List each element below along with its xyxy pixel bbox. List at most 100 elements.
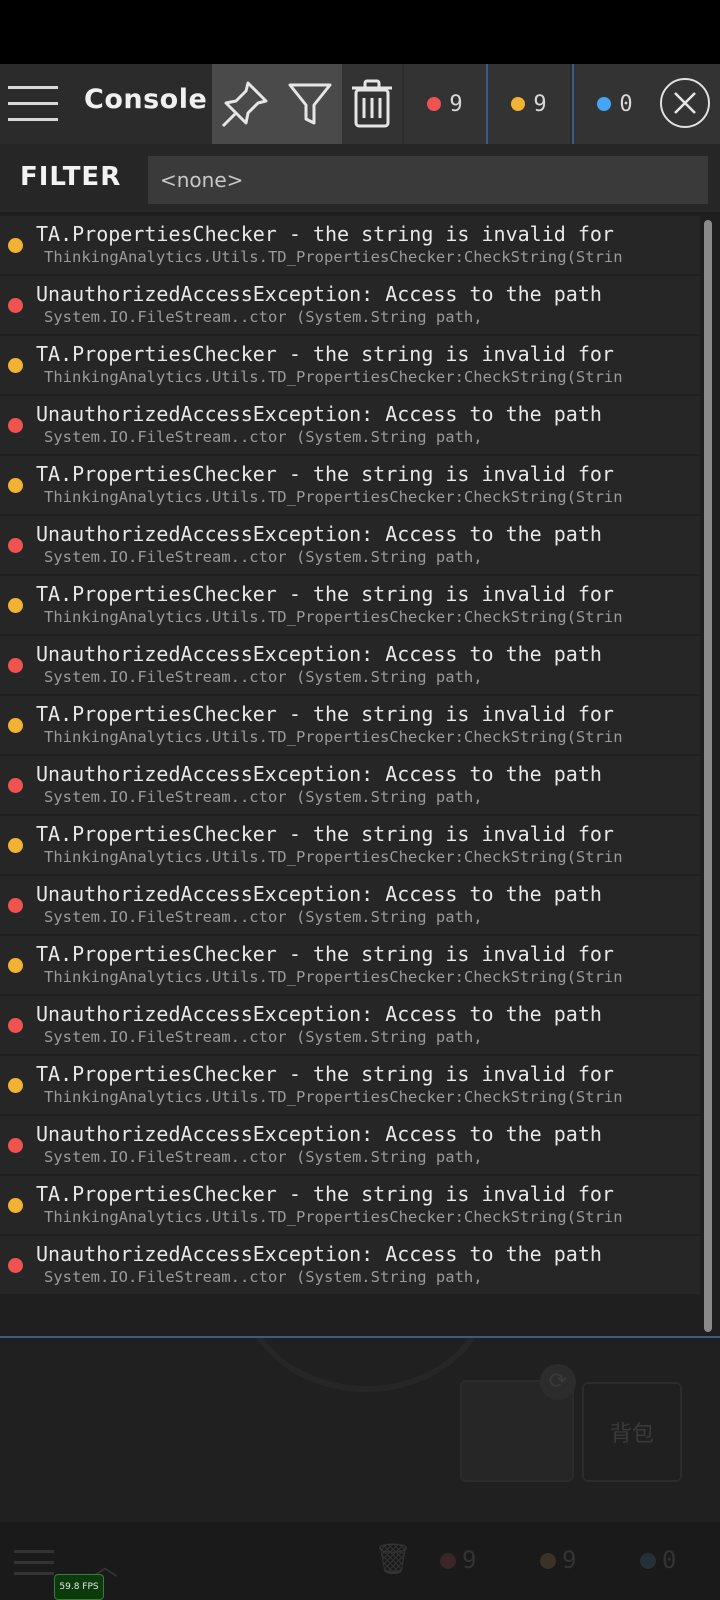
warning-filter-toggle[interactable]: 9: [488, 64, 570, 144]
menu-icon[interactable]: [0, 64, 70, 144]
log-entry[interactable]: UnauthorizedAccessException: Access to t…: [0, 876, 700, 934]
error-count: 9: [449, 91, 463, 117]
warning-dot-icon: [8, 838, 23, 853]
console-bottom-border: [0, 1336, 720, 1338]
filter-button[interactable]: [278, 64, 342, 144]
log-message: TA.PropertiesChecker - the string is inv…: [36, 702, 614, 726]
log-stacktrace: ThinkingAnalytics.Utils.TD_PropertiesChe…: [44, 968, 623, 986]
log-list[interactable]: TA.PropertiesChecker - the string is inv…: [0, 216, 720, 1306]
log-message: UnauthorizedAccessException: Access to t…: [36, 1002, 602, 1026]
error-dot-icon: [8, 898, 23, 913]
log-stacktrace: ThinkingAnalytics.Utils.TD_PropertiesChe…: [44, 488, 623, 506]
log-stacktrace: System.IO.FileStream..ctor (System.Strin…: [44, 1028, 483, 1046]
log-list-footer: [0, 1306, 720, 1336]
console-header: Console 9 9 0: [0, 64, 720, 144]
log-message: TA.PropertiesChecker - the string is inv…: [36, 1182, 614, 1206]
background-console-toolbar: ︿ 🗑 9 9 0: [0, 1522, 720, 1600]
log-message: TA.PropertiesChecker - the string is inv…: [36, 342, 614, 366]
log-entry[interactable]: UnauthorizedAccessException: Access to t…: [0, 1116, 700, 1174]
log-message: UnauthorizedAccessException: Access to t…: [36, 762, 602, 786]
log-stacktrace: ThinkingAnalytics.Utils.TD_PropertiesChe…: [44, 728, 623, 746]
trash-icon: [352, 79, 392, 128]
log-stacktrace: System.IO.FileStream..ctor (System.Strin…: [44, 788, 483, 806]
warning-dot-icon: [8, 958, 23, 973]
log-message: UnauthorizedAccessException: Access to t…: [36, 402, 602, 426]
warning-dot-icon: [8, 238, 23, 253]
pin-button[interactable]: [212, 64, 278, 144]
error-dot-icon: [8, 1258, 23, 1273]
error-dot-icon: [8, 298, 23, 313]
log-entry[interactable]: TA.PropertiesChecker - the string is inv…: [0, 696, 700, 754]
pin-icon: [221, 81, 268, 128]
status-bar: [0, 0, 720, 64]
log-message: TA.PropertiesChecker - the string is inv…: [36, 822, 614, 846]
log-stacktrace: System.IO.FileStream..ctor (System.Strin…: [44, 908, 483, 926]
info-dot-icon: [597, 97, 612, 111]
error-dot-icon: [8, 1018, 23, 1033]
bag-button[interactable]: 背包: [582, 1382, 682, 1482]
log-entry[interactable]: TA.PropertiesChecker - the string is inv…: [0, 1176, 700, 1234]
log-message: UnauthorizedAccessException: Access to t…: [36, 1122, 602, 1146]
log-stacktrace: ThinkingAnalytics.Utils.TD_PropertiesChe…: [44, 248, 623, 266]
background-info-count: 0: [640, 1546, 676, 1574]
warning-count: 9: [533, 91, 547, 117]
log-message: UnauthorizedAccessException: Access to t…: [36, 282, 602, 306]
log-message: TA.PropertiesChecker - the string is inv…: [36, 582, 614, 606]
clear-button[interactable]: [342, 64, 402, 144]
log-entry[interactable]: UnauthorizedAccessException: Access to t…: [0, 996, 700, 1054]
error-filter-toggle[interactable]: 9: [404, 64, 486, 144]
log-message: TA.PropertiesChecker - the string is inv…: [36, 1062, 614, 1086]
log-stacktrace: ThinkingAnalytics.Utils.TD_PropertiesChe…: [44, 1088, 623, 1106]
warning-dot-icon: [8, 598, 23, 613]
refresh-icon[interactable]: ⟳: [540, 1364, 576, 1400]
log-stacktrace: System.IO.FileStream..ctor (System.Strin…: [44, 428, 483, 446]
log-message: TA.PropertiesChecker - the string is inv…: [36, 462, 614, 486]
error-dot-icon: [8, 1138, 23, 1153]
log-entry[interactable]: TA.PropertiesChecker - the string is inv…: [0, 1056, 700, 1114]
bag-label: 背包: [609, 1422, 654, 1447]
filter-row: FILTER: [0, 144, 720, 212]
log-entry[interactable]: UnauthorizedAccessException: Access to t…: [0, 276, 700, 334]
log-message: TA.PropertiesChecker - the string is inv…: [36, 942, 614, 966]
log-message: UnauthorizedAccessException: Access to t…: [36, 642, 602, 666]
log-stacktrace: System.IO.FileStream..ctor (System.Strin…: [44, 1148, 483, 1166]
error-dot-icon: [8, 658, 23, 673]
scrollbar-thumb[interactable]: [704, 220, 712, 1332]
log-entry[interactable]: UnauthorizedAccessException: Access to t…: [0, 396, 700, 454]
log-entry[interactable]: TA.PropertiesChecker - the string is inv…: [0, 336, 700, 394]
background-trash-icon: 🗑: [374, 1542, 413, 1577]
error-dot-icon: [427, 97, 442, 111]
filter-label: FILTER: [20, 162, 122, 192]
log-message: TA.PropertiesChecker - the string is inv…: [36, 222, 614, 246]
log-entry[interactable]: TA.PropertiesChecker - the string is inv…: [0, 456, 700, 514]
warning-dot-icon: [511, 97, 526, 111]
close-button[interactable]: [660, 78, 710, 128]
log-entry[interactable]: TA.PropertiesChecker - the string is inv…: [0, 816, 700, 874]
background-error-count: 9: [440, 1546, 476, 1574]
log-stacktrace: System.IO.FileStream..ctor (System.Strin…: [44, 1268, 483, 1286]
filter-input[interactable]: [148, 156, 708, 204]
console-title: Console: [84, 84, 208, 115]
log-entry[interactable]: TA.PropertiesChecker - the string is inv…: [0, 216, 700, 274]
log-entry[interactable]: UnauthorizedAccessException: Access to t…: [0, 1236, 700, 1294]
warning-dot-icon: [8, 1198, 23, 1213]
log-stacktrace: ThinkingAnalytics.Utils.TD_PropertiesChe…: [44, 608, 623, 626]
log-message: UnauthorizedAccessException: Access to t…: [36, 522, 602, 546]
error-dot-icon: [8, 778, 23, 793]
log-stacktrace: System.IO.FileStream..ctor (System.Strin…: [44, 308, 483, 326]
log-entry[interactable]: TA.PropertiesChecker - the string is inv…: [0, 576, 700, 634]
log-entry[interactable]: TA.PropertiesChecker - the string is inv…: [0, 936, 700, 994]
log-entry[interactable]: UnauthorizedAccessException: Access to t…: [0, 636, 700, 694]
info-filter-toggle[interactable]: 0: [574, 64, 656, 144]
close-icon: [674, 92, 696, 114]
error-dot-icon: [8, 538, 23, 553]
warning-dot-icon: [8, 718, 23, 733]
log-stacktrace: System.IO.FileStream..ctor (System.Strin…: [44, 548, 483, 566]
log-message: UnauthorizedAccessException: Access to t…: [36, 1242, 602, 1266]
log-scrollbar[interactable]: [704, 220, 714, 1332]
warning-dot-icon: [8, 358, 23, 373]
log-stacktrace: ThinkingAnalytics.Utils.TD_PropertiesChe…: [44, 848, 623, 866]
log-entry[interactable]: UnauthorizedAccessException: Access to t…: [0, 756, 700, 814]
log-entry[interactable]: UnauthorizedAccessException: Access to t…: [0, 516, 700, 574]
error-dot-icon: [8, 418, 23, 433]
